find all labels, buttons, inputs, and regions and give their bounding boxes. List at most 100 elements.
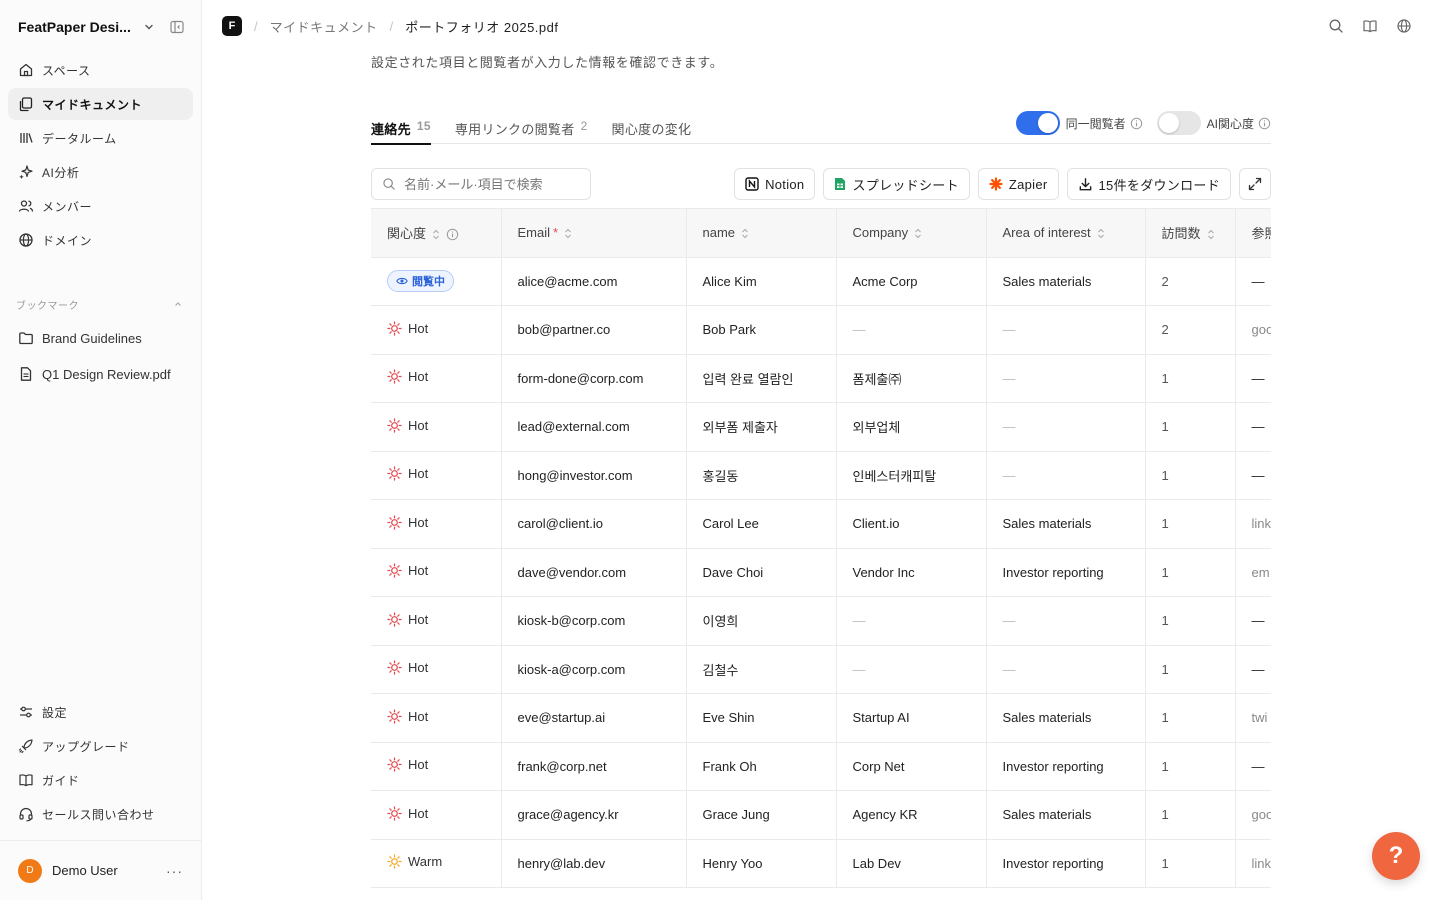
cell-visits: 2 [1145,257,1236,306]
download-button[interactable]: 15件をダウンロード [1066,168,1231,200]
sidebar-item-data-room[interactable]: データルーム [8,122,193,154]
sidebar-item-my-documents[interactable]: マイドキュメント [8,88,193,120]
table-row[interactable]: Hot kiosk-a@corp.com 김철수 — —1— [371,645,1271,694]
sidebar-item-label: セールス問い合わせ [42,807,155,822]
column-header-referrer[interactable]: 参照 [1235,209,1271,258]
cell-email: kiosk-a@corp.com [501,645,687,694]
cell-email: carol@client.io [501,499,687,549]
workspace-header[interactable]: FeatPaper Desi... [0,0,201,54]
ai-interest-toggle[interactable] [1156,111,1201,135]
cell-area-of-interest: Sales materials [986,257,1146,306]
spreadsheet-button[interactable]: スプレッドシート [823,168,970,200]
table-row[interactable]: Hot frank@corp.net Frank Oh Corp Net Investo… [371,742,1271,791]
sort-icon[interactable] [1097,228,1105,239]
google-sheets-icon [834,177,846,191]
sidebar-item-settings[interactable]: 設定 [8,696,193,728]
table-row[interactable]: Hot lead@external.com 외부폼 제출자 외부업체 —1— [371,402,1271,452]
help-button[interactable]: ? [1372,832,1420,880]
table-row[interactable]: Hotbob@partner.coBob Park——2goo [371,305,1271,355]
sort-icon[interactable] [1207,229,1215,240]
cell-name: 이영희 [686,596,837,646]
tab-link-viewers[interactable]: 専用リンクの閲覧者 2 [455,110,588,144]
bookmark-item[interactable]: Q1 Design Review.pdf [0,356,201,392]
column-header-interest[interactable]: 関心度 [371,209,502,258]
column-header-name[interactable]: name [686,209,837,258]
sidebar: FeatPaper Desi... スペース マイドキュメント データルーム A… [0,0,202,900]
zapier-button[interactable]: Zapier [977,168,1059,200]
cell-referrer: — [1235,402,1271,452]
search-icon[interactable] [1328,18,1344,34]
search-box[interactable] [371,168,591,200]
chevron-down-icon[interactable] [143,21,155,33]
cell-area-of-interest: Investor reporting [986,548,1146,597]
tab-contacts[interactable]: 連絡先 15 [371,110,431,145]
sidebar-item-domain[interactable]: ドメイン [8,224,193,256]
tab-interest-change[interactable]: 関心度の変化 [612,110,692,144]
sidebar-item-ai-analysis[interactable]: AI分析 [8,156,193,188]
sort-icon[interactable] [914,228,922,239]
bookmarks-header[interactable]: ブックマーク [0,294,201,314]
table-row[interactable]: Hot dave@vendor.com Dave Choi Vendor Inc Inv… [371,548,1271,597]
column-header-company[interactable]: Company [836,209,987,258]
cell-name: Grace Jung [686,790,837,840]
cell-company: 인베스터캐피탈 [836,451,987,500]
cell-company: Startup AI [836,693,987,743]
workspace-name[interactable]: FeatPaper Desi... [18,19,131,35]
main-area: F / マイドキュメント / ポートフォリオ 2025.pdf 設定された項目と… [202,0,1440,900]
sort-icon[interactable] [432,229,440,240]
avatar[interactable]: D [18,858,42,883]
hot-sun-icon [387,369,402,384]
more-options-icon[interactable]: ··· [166,863,183,879]
sidebar-item-sales-contact[interactable]: セールス問い合わせ [8,798,193,830]
sidebar-item-members[interactable]: メンバー [8,190,193,222]
eye-icon [396,275,408,287]
toggle-label: AI関心度 [1206,116,1254,131]
table-row[interactable]: Hot eve@startup.ai Eve Shin Startup AI Sales… [371,693,1271,743]
column-header-area-of-interest[interactable]: Area of interest [986,209,1146,258]
user-menu[interactable]: D Demo User ··· [0,840,201,900]
table-row[interactable]: Hot kiosk-b@corp.com 이영희 — —1— [371,596,1271,646]
chevron-up-icon[interactable] [173,299,183,309]
info-icon[interactable] [1130,117,1143,130]
notion-button[interactable]: Notion [734,168,816,200]
cell-referrer: goo [1235,305,1271,355]
app: FeatPaper Desi... スペース マイドキュメント データルーム A… [0,0,1440,900]
globe-icon[interactable] [1396,18,1412,34]
hot-sun-icon [387,612,402,627]
sidebar-item-space[interactable]: スペース [8,54,193,86]
sort-icon[interactable] [741,228,749,239]
table-row[interactable]: Hot form-done@corp.com 입력 완료 열람인 폼제출㈜ —1— [371,354,1271,403]
cell-referrer: link [1235,499,1271,549]
cell-referrer: — [1235,451,1271,500]
user-name: Demo User [52,863,118,878]
sidebar-item-label: データルーム [42,131,117,146]
cell-email: lead@external.com [501,402,687,452]
sidebar-collapse-icon[interactable] [169,19,185,35]
book-icon[interactable] [1362,18,1378,34]
column-header-visits[interactable]: 訪問数 [1145,209,1236,258]
table-row[interactable]: Hot carol@client.io Carol Lee Client.io Sale… [371,499,1271,549]
table-row[interactable]: 閲覧中 alice@acme.com Alice Kim Acme Corp Sales… [371,257,1271,306]
bookmark-item[interactable]: Brand Guidelines [0,320,201,356]
table-row[interactable]: Hot grace@agency.kr Grace Jung Agency KR Sal… [371,790,1271,840]
table-row[interactable]: Hot hong@investor.com 홍길동 인베스터캐피탈 —1— [371,451,1271,500]
same-viewer-toggle[interactable] [1015,111,1060,135]
sort-icon[interactable] [564,228,572,239]
sidebar-item-upgrade[interactable]: アップグレード [8,730,193,762]
cell-company: Acme Corp [836,257,987,306]
info-icon[interactable] [446,228,459,241]
breadcrumb-my-documents[interactable]: マイドキュメント [270,17,378,36]
sidebar-item-label: AI分析 [42,165,80,180]
search-input[interactable] [404,176,574,192]
cell-interest: Hot [371,790,502,840]
column-header-email[interactable]: Email * [501,209,687,258]
app-logo[interactable]: F [222,16,242,36]
table-row[interactable]: Warm henry@lab.dev Henry Yoo Lab Dev Investo… [371,839,1271,888]
hot-sun-icon [387,660,402,675]
warm-sun-icon [387,854,402,869]
expand-button[interactable] [1239,168,1271,200]
cell-visits: 1 [1145,839,1236,888]
cell-area-of-interest: Sales materials [986,499,1146,549]
info-icon[interactable] [1258,117,1271,130]
sidebar-item-guide[interactable]: ガイド [8,764,193,796]
